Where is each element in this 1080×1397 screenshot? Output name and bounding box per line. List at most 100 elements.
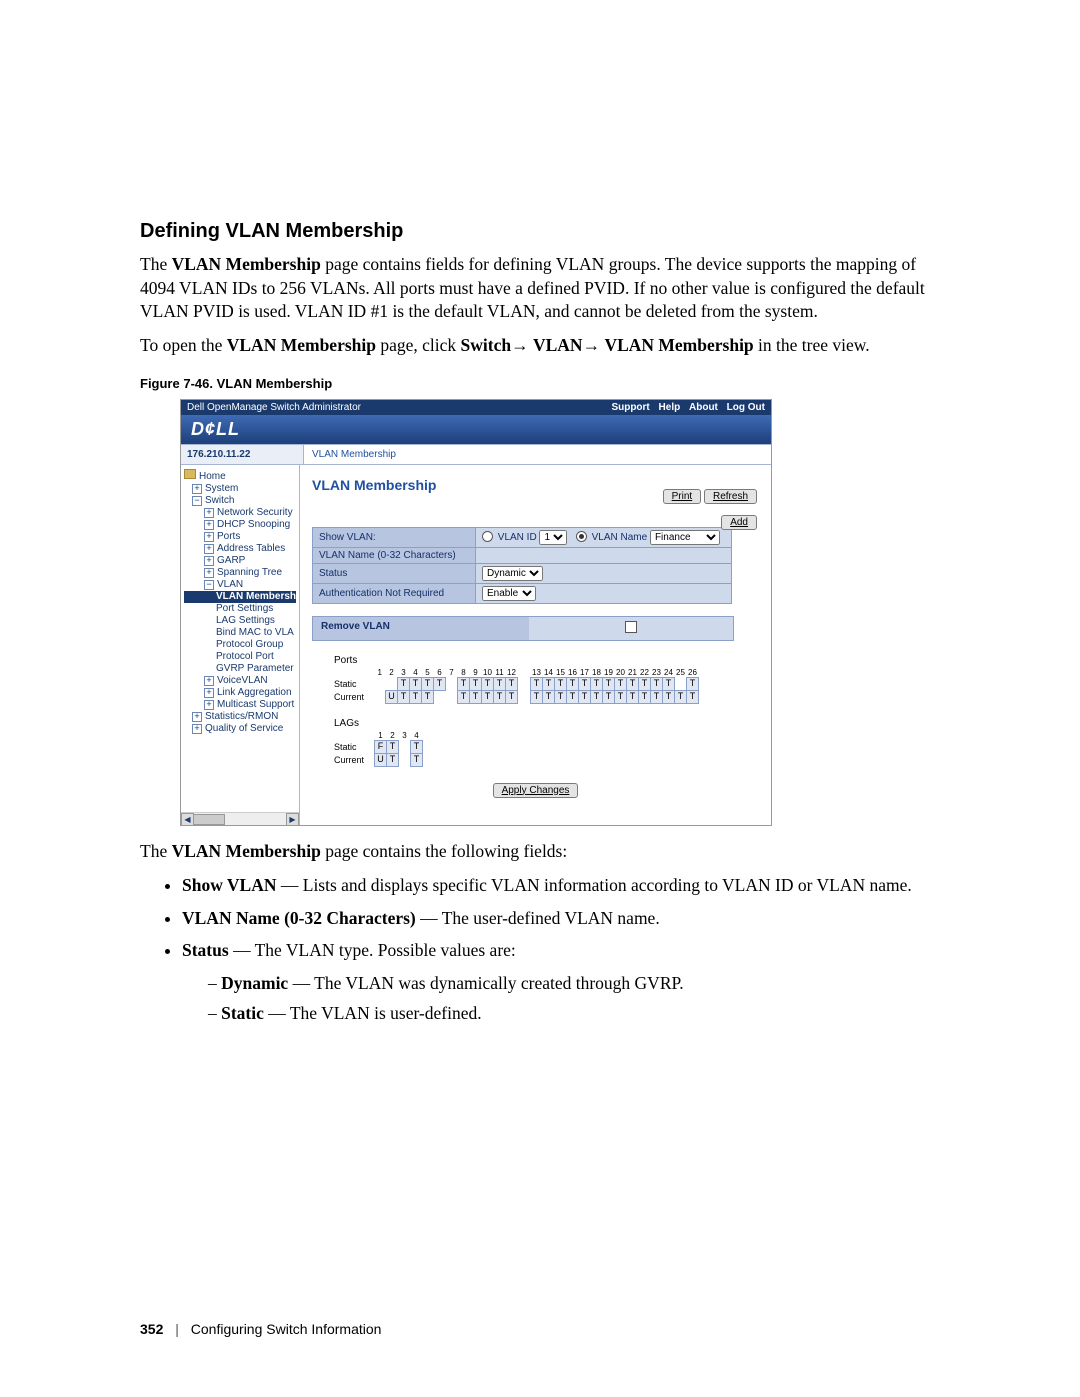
tree-voice-vlan[interactable]: +VoiceVLAN xyxy=(184,675,296,687)
port-cell[interactable]: T xyxy=(567,677,579,690)
lag-cell[interactable]: T xyxy=(387,753,399,766)
port-cell[interactable]: T xyxy=(603,677,615,690)
port-cell[interactable]: T xyxy=(494,690,506,703)
support-link[interactable]: Support xyxy=(611,402,649,413)
about-link[interactable]: About xyxy=(689,402,718,413)
logout-link[interactable]: Log Out xyxy=(727,402,765,413)
tree-dhcp-snooping[interactable]: +DHCP Snooping xyxy=(184,519,296,531)
lag-cell[interactable]: T xyxy=(411,753,423,766)
port-cell[interactable]: T xyxy=(663,677,675,690)
vlan-id-radio[interactable] xyxy=(482,531,493,542)
tree-network-security[interactable]: +Network Security xyxy=(184,507,296,519)
vlan-name-input-cell[interactable] xyxy=(476,547,732,563)
lag-cell[interactable]: U xyxy=(375,753,387,766)
tree-vlan-membership[interactable]: VLAN Membersh xyxy=(184,591,296,603)
tree-bind-mac[interactable]: Bind MAC to VLA xyxy=(184,627,296,639)
vlan-id-select[interactable]: 1 xyxy=(539,530,567,545)
lag-cell[interactable]: T xyxy=(387,740,399,753)
port-cell[interactable]: T xyxy=(482,690,494,703)
port-cell[interactable]: T xyxy=(543,690,555,703)
vlan-name-select[interactable]: Finance xyxy=(650,530,720,545)
port-cell[interactable]: T xyxy=(591,690,603,703)
port-cell[interactable]: T xyxy=(579,690,591,703)
port-cell[interactable]: T xyxy=(506,690,518,703)
port-cell[interactable]: T xyxy=(410,677,422,690)
port-cell[interactable]: U xyxy=(386,690,398,703)
vlan-name-radio[interactable] xyxy=(576,531,587,542)
refresh-button[interactable]: Refresh xyxy=(704,489,757,504)
port-cell[interactable]: T xyxy=(651,677,663,690)
tree-vlan[interactable]: −VLAN xyxy=(184,579,296,591)
tree-switch[interactable]: −Switch xyxy=(184,495,296,507)
port-cell[interactable]: T xyxy=(615,677,627,690)
tree-ports[interactable]: +Ports xyxy=(184,531,296,543)
tree-address-tables[interactable]: +Address Tables xyxy=(184,543,296,555)
port-cell[interactable]: T xyxy=(531,690,543,703)
port-cell[interactable]: T xyxy=(506,677,518,690)
remove-vlan-checkbox[interactable] xyxy=(625,621,637,633)
port-cell[interactable]: T xyxy=(639,690,651,703)
port-cell[interactable]: T xyxy=(603,690,615,703)
port-cell[interactable]: T xyxy=(470,690,482,703)
tree-protocol-port[interactable]: Protocol Port xyxy=(184,651,296,663)
scroll-right-icon[interactable]: ▶ xyxy=(286,813,299,825)
port-cell[interactable]: T xyxy=(627,677,639,690)
lag-cell[interactable]: F xyxy=(375,740,387,753)
port-cell[interactable]: T xyxy=(567,690,579,703)
tree-gvrp[interactable]: GVRP Parameter xyxy=(184,663,296,675)
port-cell[interactable]: T xyxy=(494,677,506,690)
port-cell[interactable]: T xyxy=(639,677,651,690)
tree-spanning-tree[interactable]: +Spanning Tree xyxy=(184,567,296,579)
tree-statistics[interactable]: +Statistics/RMON xyxy=(184,711,296,723)
tree-multicast[interactable]: +Multicast Support xyxy=(184,699,296,711)
port-cell[interactable]: T xyxy=(687,690,699,703)
tree-garp[interactable]: +GARP xyxy=(184,555,296,567)
add-button[interactable]: Add xyxy=(721,515,757,530)
remove-vlan-label: Remove VLAN xyxy=(313,617,529,640)
scroll-thumb[interactable] xyxy=(193,814,225,825)
port-cell[interactable]: T xyxy=(458,677,470,690)
port-cell[interactable]: T xyxy=(555,690,567,703)
expand-icon[interactable]: + xyxy=(192,484,202,494)
auth-select[interactable]: Enable xyxy=(482,586,536,601)
help-link[interactable]: Help xyxy=(659,402,681,413)
show-vlan-controls[interactable]: VLAN ID 1 VLAN Name Finance xyxy=(476,527,732,547)
port-cell[interactable]: T xyxy=(663,690,675,703)
port-cell[interactable]: T xyxy=(434,677,446,690)
tree-lag-settings[interactable]: LAG Settings xyxy=(184,615,296,627)
tree-qos[interactable]: +Quality of Service xyxy=(184,723,296,735)
port-cell[interactable]: T xyxy=(398,677,410,690)
port-cell[interactable]: T xyxy=(687,677,699,690)
tree-home[interactable]: Home xyxy=(184,469,296,483)
port-cell[interactable]: T xyxy=(422,677,434,690)
vlan-name-row-label: VLAN Name (0-32 Characters) xyxy=(313,547,476,563)
collapse-icon[interactable]: − xyxy=(192,496,202,506)
port-cell[interactable]: T xyxy=(543,677,555,690)
nav-tree[interactable]: Home +System −Switch +Network Security +… xyxy=(181,465,300,825)
port-cell[interactable]: T xyxy=(627,690,639,703)
tree-protocol-group[interactable]: Protocol Group xyxy=(184,639,296,651)
port-cell[interactable]: T xyxy=(675,690,687,703)
paragraph-2: To open the VLAN Membership page, click … xyxy=(140,334,950,358)
bullet-vlan-name: VLAN Name (0-32 Characters) — The user-d… xyxy=(182,906,950,931)
port-cell[interactable]: T xyxy=(531,677,543,690)
port-cell[interactable]: T xyxy=(651,690,663,703)
status-select[interactable]: Dynamic xyxy=(482,566,543,581)
lag-cell[interactable]: T xyxy=(411,740,423,753)
port-cell[interactable]: T xyxy=(555,677,567,690)
port-cell[interactable]: T xyxy=(422,690,434,703)
tree-link-aggregation[interactable]: +Link Aggregation xyxy=(184,687,296,699)
tree-port-settings[interactable]: Port Settings xyxy=(184,603,296,615)
apply-changes-button[interactable]: Apply Changes xyxy=(493,783,579,798)
port-cell[interactable]: T xyxy=(482,677,494,690)
port-cell[interactable]: T xyxy=(398,690,410,703)
tree-scrollbar[interactable]: ◀ ▶ xyxy=(181,812,299,825)
port-cell[interactable]: T xyxy=(579,677,591,690)
port-cell[interactable]: T xyxy=(458,690,470,703)
port-cell[interactable]: T xyxy=(470,677,482,690)
port-cell[interactable]: T xyxy=(410,690,422,703)
port-cell[interactable]: T xyxy=(615,690,627,703)
print-button[interactable]: Print xyxy=(663,489,702,504)
port-cell[interactable]: T xyxy=(591,677,603,690)
tree-system[interactable]: +System xyxy=(184,483,296,495)
